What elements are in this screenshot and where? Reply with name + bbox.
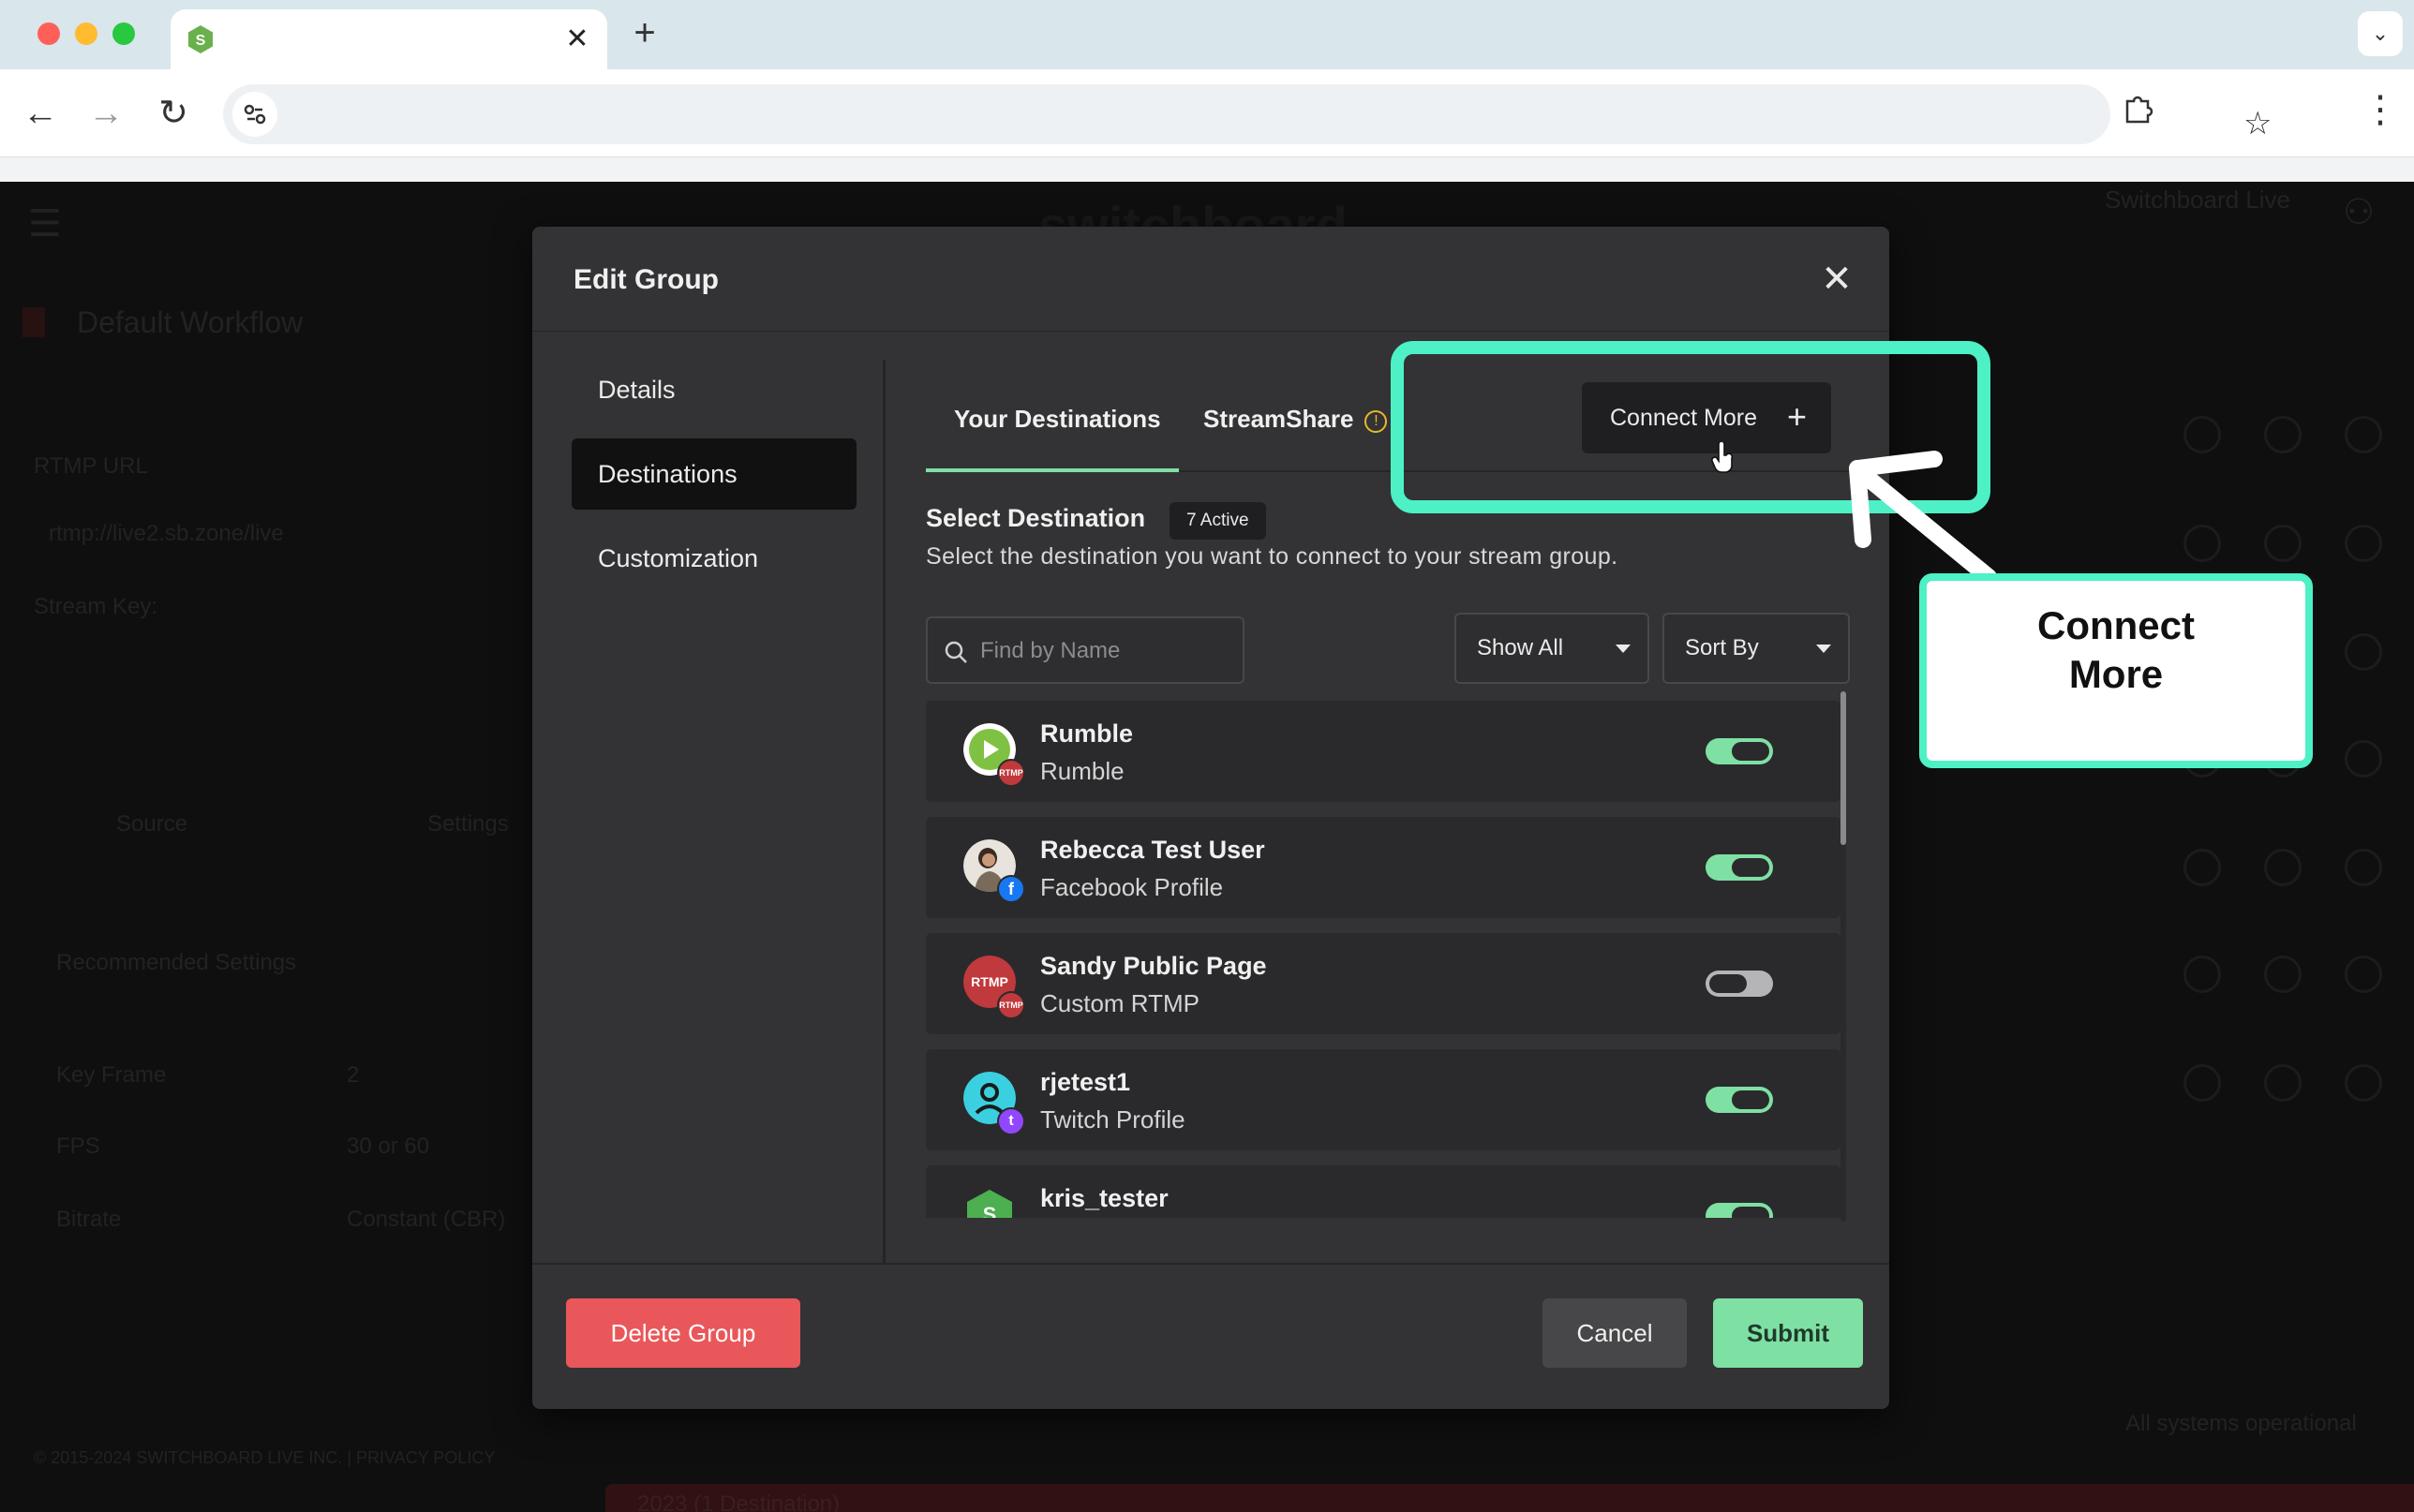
connect-more-callout: Connect More: [1919, 573, 2313, 768]
reload-icon[interactable]: ↻: [150, 90, 197, 137]
forward-arrow-icon[interactable]: →: [82, 90, 129, 137]
cancel-button[interactable]: Cancel: [1542, 1298, 1687, 1368]
browser-menu-icon[interactable]: ⋮: [2362, 86, 2399, 133]
destination-name: rjetest1: [1040, 1068, 1131, 1096]
tab-streamshare-label: StreamShare: [1203, 405, 1354, 433]
select-destination-title: Select Destination: [926, 504, 1146, 532]
tab-your-destinations-label: Your Destinations: [954, 405, 1161, 433]
destination-row[interactable]: f Rebecca Test User Facebook Profile: [926, 817, 1840, 918]
destination-name: Rebecca Test User: [1040, 836, 1265, 864]
delete-group-button[interactable]: Delete Group: [566, 1298, 800, 1368]
back-arrow-icon[interactable]: ←: [17, 90, 64, 137]
callout-line-1: Connect: [2037, 603, 2195, 647]
hand-pointer-cursor-icon: [1711, 442, 1734, 473]
callout-line-2: More: [2068, 652, 2164, 696]
destination-type: Twitch Profile: [1040, 1105, 1185, 1134]
tab-streamshare[interactable]: StreamShare!: [1203, 386, 1400, 472]
tab-search-chevron-icon[interactable]: ⌄: [2358, 11, 2403, 56]
caret-down-icon: [1616, 645, 1631, 653]
browser-toolbar: ← → ↻ ☆ ⋮: [0, 69, 2414, 157]
side-nav-customization[interactable]: Customization: [572, 523, 857, 594]
destination-name: Rumble: [1040, 719, 1134, 748]
window-zoom-button[interactable]: [112, 22, 135, 45]
destination-row[interactable]: RTMP Rumble Rumble: [926, 701, 1840, 802]
tab-close-icon[interactable]: ✕: [560, 22, 594, 56]
destination-type: Custom RTMP: [1040, 989, 1200, 1017]
destination-row[interactable]: t rjetest1 Twitch Profile: [926, 1049, 1840, 1150]
sort-by-dropdown[interactable]: Sort By: [1662, 613, 1850, 684]
modal-header: Edit Group ✕: [532, 227, 1889, 332]
destination-toggle[interactable]: [1706, 971, 1773, 997]
destination-name: Sandy Public Page: [1040, 952, 1267, 980]
info-icon[interactable]: !: [1364, 410, 1388, 433]
svg-text:S: S: [983, 1203, 997, 1218]
caret-down-icon: [1816, 645, 1831, 653]
side-nav-destinations[interactable]: Destinations: [572, 438, 857, 510]
scrollbar-thumb[interactable]: [1840, 691, 1846, 845]
modal-footer-divider: [532, 1263, 1889, 1265]
select-destination-description: Select the destination you want to conne…: [926, 543, 1618, 570]
facebook-badge-icon: f: [997, 875, 1025, 903]
show-all-label: Show All: [1477, 635, 1564, 660]
destination-type: Rumble: [1040, 757, 1125, 785]
browser-tab-strip: S ✕ + ⌄: [0, 0, 2414, 69]
sort-by-label: Sort By: [1685, 635, 1759, 660]
destination-toggle[interactable]: [1706, 1087, 1773, 1113]
svg-text:S: S: [196, 33, 206, 49]
destination-row[interactable]: S kris_tester: [926, 1165, 1840, 1218]
extensions-puzzle-icon[interactable]: [2122, 92, 2153, 124]
window-minimize-button[interactable]: [75, 22, 97, 45]
destination-type: Facebook Profile: [1040, 873, 1224, 901]
show-all-dropdown[interactable]: Show All: [1454, 613, 1649, 684]
modal-title: Edit Group: [574, 264, 719, 295]
close-icon[interactable]: ✕: [1816, 259, 1857, 300]
rtmp-badge-icon: RTMP: [997, 759, 1025, 787]
submit-button[interactable]: Submit: [1713, 1298, 1863, 1368]
destination-list: RTMP Rumble Rumble f Rebecca Test User F…: [926, 701, 1863, 1218]
svg-text:RTMP: RTMP: [971, 974, 1008, 989]
search-icon: [945, 641, 967, 663]
new-tab-button[interactable]: +: [626, 14, 663, 52]
side-divider: [883, 360, 886, 1263]
destination-row[interactable]: RTMP RTMP Sandy Public Page Custom RTMP: [926, 933, 1840, 1034]
rtmp-badge-icon: RTMP: [997, 991, 1025, 1019]
search-input[interactable]: [980, 628, 1233, 674]
window-close-button[interactable]: [37, 22, 60, 45]
active-count-badge: 7 Active: [1170, 502, 1266, 540]
browser-tab[interactable]: S ✕: [171, 9, 607, 69]
destination-toggle[interactable]: [1706, 854, 1773, 881]
twitch-badge-icon: t: [997, 1107, 1025, 1135]
destination-toggle[interactable]: [1706, 738, 1773, 764]
switchboard-favicon-icon: S: [188, 25, 213, 53]
bookmark-star-icon[interactable]: ☆: [2243, 105, 2272, 142]
side-nav-details[interactable]: Details: [572, 354, 857, 425]
destination-list-scrollbar[interactable]: [1840, 691, 1846, 1222]
tab-your-destinations[interactable]: Your Destinations: [926, 386, 1179, 472]
address-bar[interactable]: ☆: [223, 84, 2272, 144]
switchboard-avatar-icon: S: [967, 1190, 1012, 1218]
search-field[interactable]: [926, 616, 1244, 684]
destination-name: kris_tester: [1040, 1184, 1169, 1212]
destination-toggle[interactable]: [1706, 1203, 1773, 1218]
site-info-icon[interactable]: [232, 92, 277, 137]
